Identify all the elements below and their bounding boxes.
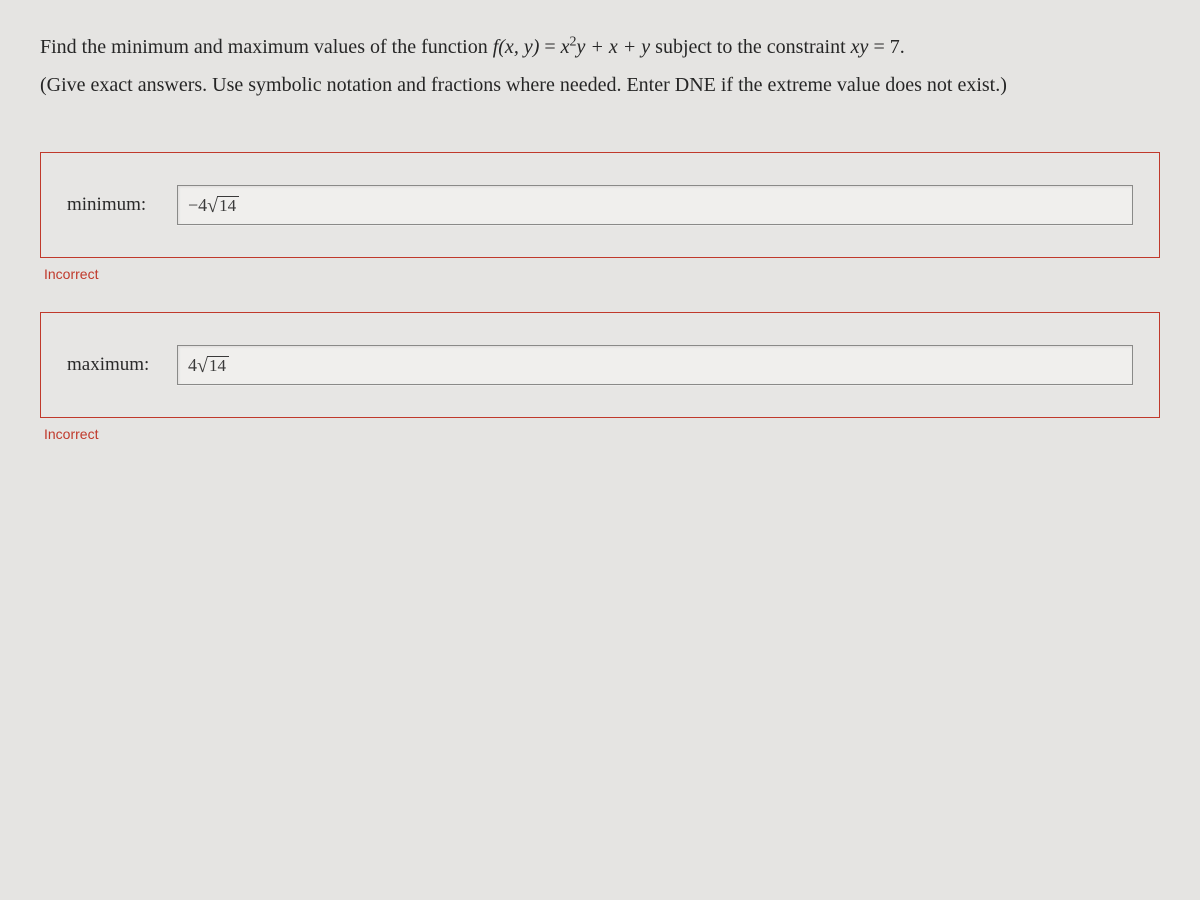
math-x: x (561, 36, 570, 58)
maximum-label: maximum: (67, 354, 161, 376)
problem-line-2: (Give exact answers. Use symbolic notati… (40, 66, 1160, 104)
minimum-feedback: Incorrect (44, 266, 1160, 282)
math-eq7: = 7. (868, 36, 904, 58)
problem-line-1: Find the minimum and maximum values of t… (40, 28, 1160, 66)
maximum-answer-row: maximum: 4 √ 14 (67, 345, 1133, 385)
text-subject: subject to the constraint (655, 36, 851, 58)
maximum-coef: 4 (188, 355, 197, 376)
minimum-label: minimum: (67, 194, 161, 216)
maximum-radicand: 14 (207, 356, 229, 376)
minimum-answer-row: minimum: −4 √ 14 (67, 185, 1133, 225)
maximum-feedback: Incorrect (44, 426, 1160, 442)
maximum-answer-block: maximum: 4 √ 14 (40, 312, 1160, 418)
math-fxy: f(x, y) (493, 36, 540, 58)
radical-icon: √ (207, 196, 218, 216)
math-after-sq: y + x + y (577, 36, 651, 58)
math-exp2: 2 (570, 34, 577, 49)
radical-icon: √ (197, 356, 208, 376)
sqrt-icon: √ 14 (207, 195, 239, 216)
maximum-input[interactable]: 4 √ 14 (177, 345, 1133, 385)
minimum-answer-block: minimum: −4 √ 14 (40, 152, 1160, 258)
minimum-coef: −4 (188, 195, 207, 216)
eq-sign: = (544, 36, 560, 58)
math-xy: xy (851, 36, 869, 58)
problem-statement: Find the minimum and maximum values of t… (40, 28, 1160, 104)
sqrt-icon: √ 14 (197, 355, 229, 376)
page-root: Find the minimum and maximum values of t… (0, 0, 1200, 900)
minimum-input[interactable]: −4 √ 14 (177, 185, 1133, 225)
minimum-radicand: 14 (217, 196, 239, 216)
text-pre: Find the minimum and maximum values of t… (40, 36, 493, 58)
